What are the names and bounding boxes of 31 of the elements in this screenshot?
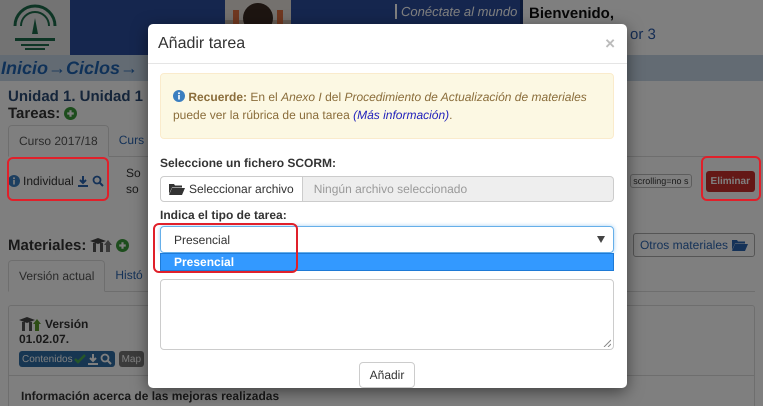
add-button[interactable]: Añadir <box>358 362 416 388</box>
select-file-button[interactable]: Seleccionar archivo <box>160 176 303 202</box>
task-description: so <box>126 181 140 197</box>
welcome-text: Bienvenido, <box>529 5 616 22</box>
section-label: Materiales: <box>8 236 86 254</box>
close-button[interactable]: × <box>605 34 615 54</box>
modal-title: Añadir tarea <box>158 34 246 52</box>
tab[interactable]: Curso 2017/18 <box>8 125 109 157</box>
tab[interactable]: Versión actual <box>8 260 106 292</box>
task-description: So <box>126 165 141 181</box>
breadcrumb[interactable]: Inicio→Ciclos→ <box>1 58 138 78</box>
section-label: Tareas: <box>8 105 60 122</box>
field-label: Indica el tipo de tarea: <box>160 208 287 222</box>
field-label: Seleccione un fichero SCORM: <box>160 156 336 170</box>
badge[interactable]: Map <box>118 351 144 367</box>
banner-slogan: Conéctate al mundo <box>395 4 518 19</box>
version-label: Versión <box>45 317 88 331</box>
unit-title: Unidad 1. Unidad 1 <box>8 88 144 105</box>
alert-message: Recuerde: En el Anexo I del Procedimiento de Actualización de materiales puede ver la rúbrica de una tarea (Más información). <box>160 73 614 139</box>
delete-button[interactable]: Eliminar <box>706 170 755 192</box>
task-type: Individual <box>23 174 74 188</box>
user-name: or 3 <box>630 26 656 43</box>
dropdown-option[interactable]: Presencial <box>160 253 614 271</box>
task-type-select[interactable]: Presencial <box>160 226 614 253</box>
badge[interactable]: Contenidos <box>19 351 115 367</box>
version-number: 01.02.07. <box>19 332 70 346</box>
more-info-link[interactable]: (Más información) <box>353 108 450 122</box>
info-heading: Información acerca de las mejoras realizadas <box>20 388 280 403</box>
other-materials-button[interactable]: Otros materiales <box>632 233 755 257</box>
file-name-field: Ningún archivo seleccionado <box>302 176 614 202</box>
embed-code: scrolling=no s <box>630 174 692 188</box>
